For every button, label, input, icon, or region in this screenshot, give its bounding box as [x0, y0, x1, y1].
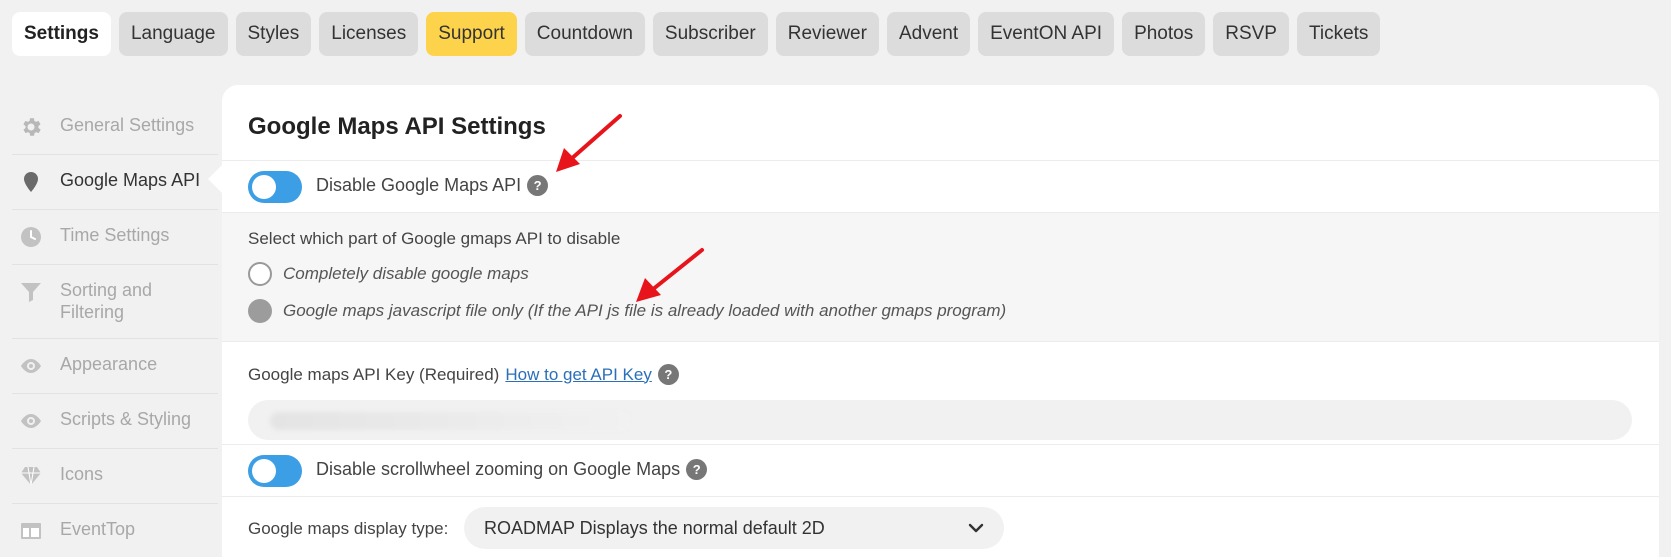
sidebar-item-eventtop[interactable]: EventTop — [12, 504, 218, 557]
gear-icon — [18, 114, 44, 140]
radio-button-checked[interactable] — [248, 299, 272, 323]
scrollwheel-toggle[interactable] — [248, 455, 302, 487]
page-title: Google Maps API Settings — [248, 113, 546, 140]
tab-language[interactable]: Language — [118, 12, 228, 56]
tab-eventon-api[interactable]: EventON API — [978, 12, 1115, 56]
map-pin-icon — [18, 169, 44, 195]
chevron-down-icon — [968, 523, 984, 533]
scrollwheel-row: Disable scrollwheel zooming on Google Ma… — [222, 444, 1659, 496]
redacted-api-key — [270, 412, 630, 430]
how-to-get-api-key-link[interactable]: How to get API Key — [505, 365, 651, 385]
display-type-select[interactable]: ROADMAP Displays the normal default 2D — [464, 507, 1004, 549]
sidebar-item-time-settings[interactable]: Time Settings — [12, 210, 218, 265]
settings-sidebar: General Settings Google Maps API Time Se… — [12, 100, 218, 557]
disable-api-label: Disable Google Maps API ? — [316, 175, 549, 196]
annotation-arrow — [636, 248, 704, 302]
sidebar-item-appearance[interactable]: Appearance — [12, 339, 218, 394]
api-key-label: Google maps API Key (Required) How to ge… — [248, 364, 679, 385]
sidebar-item-label: Scripts & Styling — [60, 409, 192, 429]
tab-photos[interactable]: Photos — [1122, 12, 1206, 56]
display-type-label: Google maps display type: — [248, 519, 449, 538]
radio-completely-disable[interactable]: Completely disable google maps — [248, 262, 529, 286]
sidebar-item-google-maps-api[interactable]: Google Maps API — [12, 155, 218, 210]
sidebar-item-label: Time Settings — [60, 225, 170, 245]
settings-tabs: Settings Language Styles Licenses Suppor… — [12, 12, 1381, 56]
disable-part-row: Select which part of Google gmaps API to… — [222, 212, 1659, 341]
display-type-row: Google maps display type: ROADMAP Displa… — [222, 496, 1659, 557]
sidebar-item-label: Google Maps API — [60, 170, 201, 190]
help-icon[interactable]: ? — [527, 175, 549, 196]
active-item-pointer — [208, 165, 222, 193]
tab-rsvp[interactable]: RSVP — [1213, 12, 1289, 56]
sidebar-item-sorting-and-filtering[interactable]: Sorting and Filtering — [12, 265, 218, 339]
sidebar-item-label: EventTop — [60, 519, 136, 539]
api-key-row: Google maps API Key (Required) How to ge… — [222, 341, 1659, 444]
diamond-icon — [18, 463, 44, 489]
sidebar-item-label: Sorting and Filtering — [60, 280, 153, 322]
tab-settings[interactable]: Settings — [12, 12, 111, 56]
disable-api-toggle[interactable] — [248, 171, 302, 203]
eye-icon — [18, 408, 44, 434]
tab-support[interactable]: Support — [426, 12, 517, 56]
sidebar-item-label: Appearance — [60, 354, 158, 374]
tab-reviewer[interactable]: Reviewer — [775, 12, 879, 56]
tab-subscriber[interactable]: Subscriber — [652, 12, 768, 56]
tab-countdown[interactable]: Countdown — [524, 12, 645, 56]
eye-icon — [18, 353, 44, 379]
sidebar-item-general-settings[interactable]: General Settings — [12, 100, 218, 155]
layout-icon — [18, 518, 44, 544]
sidebar-item-scripts-styling[interactable]: Scripts & Styling — [12, 394, 218, 449]
clock-icon — [18, 224, 44, 250]
annotation-arrow — [556, 114, 622, 172]
scrollwheel-label: Disable scrollwheel zooming on Google Ma… — [316, 459, 708, 480]
settings-panel: Google Maps API Settings Disable Google … — [222, 85, 1659, 557]
tab-licenses[interactable]: Licenses — [319, 12, 419, 56]
tab-tickets[interactable]: Tickets — [1296, 12, 1381, 56]
help-icon[interactable]: ? — [686, 459, 708, 480]
tab-advent[interactable]: Advent — [886, 12, 971, 56]
radio-button[interactable] — [248, 262, 272, 286]
tab-styles[interactable]: Styles — [235, 12, 312, 56]
help-icon[interactable]: ? — [657, 364, 679, 385]
filter-icon — [18, 279, 44, 305]
sidebar-item-label: General Settings — [60, 115, 195, 135]
sidebar-item-label: Icons — [60, 464, 104, 484]
sidebar-item-icons[interactable]: Icons — [12, 449, 218, 504]
disable-part-label: Select which part of Google gmaps API to… — [248, 229, 621, 248]
radio-js-file-only[interactable]: Google maps javascript file only (If the… — [248, 299, 1006, 323]
disable-api-row: Disable Google Maps API ? — [222, 160, 1659, 212]
